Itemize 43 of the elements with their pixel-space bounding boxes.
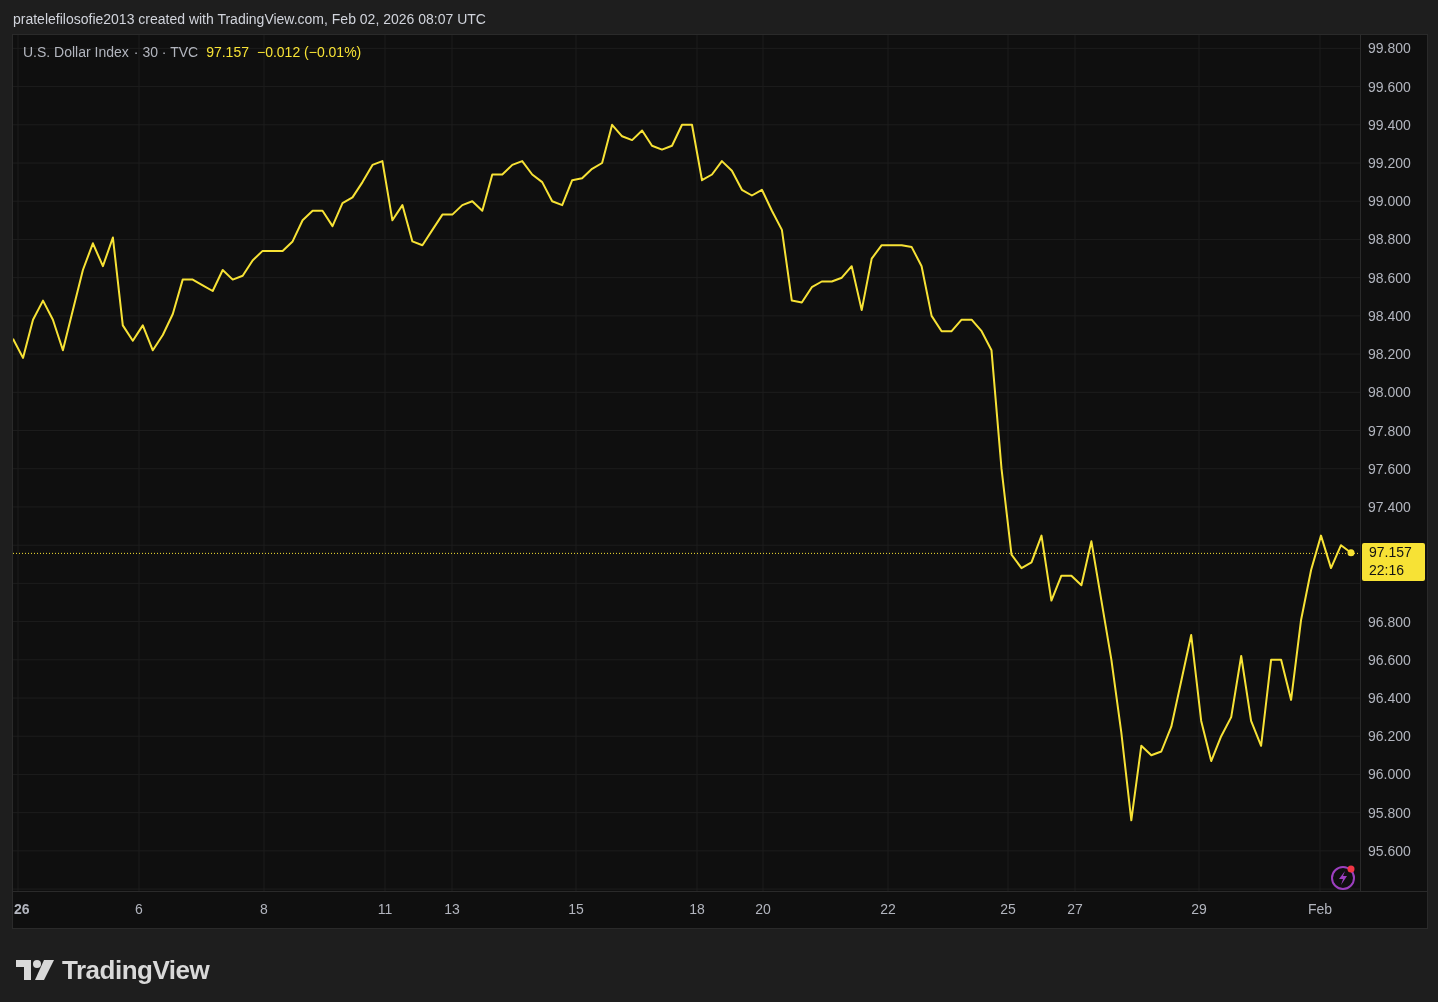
price-axis-label: 96.200 — [1368, 727, 1411, 746]
price-axis-label: 96.400 — [1368, 689, 1411, 707]
price-axis-label: 99.800 — [1368, 39, 1411, 58]
price-axis-label: 98.000 — [1368, 383, 1411, 402]
series-name: U.S. Dollar Index — [23, 44, 129, 60]
price-axis-label: 98.600 — [1368, 268, 1411, 287]
time-axis-label: 11 — [377, 901, 393, 917]
price-label-value: 97.157 — [1369, 542, 1413, 561]
legend-price: 97.157 — [206, 44, 249, 60]
price-axis-label: 96.000 — [1368, 765, 1411, 784]
price-axis-label: 98.200 — [1368, 345, 1411, 364]
symbol-details: · 30 · TVC — [133, 44, 199, 60]
time-axis-label: 13 — [444, 901, 460, 917]
price-axis-label: 96.800 — [1368, 612, 1411, 631]
price-axis-label: 99.400 — [1368, 115, 1411, 134]
price-axis-label: 95.600 — [1368, 841, 1411, 860]
price-axis-label: 97.400 — [1368, 497, 1411, 516]
price-axis-label: 99.600 — [1368, 77, 1411, 96]
legend-change: −0.012 (−0.01%) — [256, 44, 362, 60]
time-axis-label: 25 — [1000, 901, 1016, 917]
price-axis-label: 99.200 — [1368, 154, 1411, 172]
price-axis-label: 99.000 — [1368, 192, 1411, 211]
time-axis-label: 15 — [568, 901, 584, 917]
price-axis-label: 98.400 — [1368, 306, 1411, 325]
time-axis-label: 22 — [880, 901, 896, 917]
time-axis-label: 29 — [1191, 901, 1207, 917]
time-axis-label: 27 — [1067, 901, 1083, 917]
logo-wordmark: TradingView — [62, 955, 210, 986]
time-axis-label: Feb — [1307, 901, 1333, 917]
price-axis-label: 97.800 — [1368, 421, 1411, 440]
time-axis-label: 18 — [689, 901, 705, 917]
time-axis-label: 20 — [755, 901, 771, 917]
time-axis-label: 26 — [14, 901, 30, 917]
price-axis-label: 96.600 — [1368, 650, 1411, 669]
last-price-dot — [1347, 549, 1355, 557]
price-axis-label: 98.800 — [1368, 230, 1411, 249]
logo-icon — [16, 959, 54, 982]
time-axis-label: 8 — [260, 901, 268, 917]
price-axis-label: 95.800 — [1368, 803, 1411, 822]
price-axis-label: 97.600 — [1368, 459, 1411, 478]
time-axis-label: 6 — [135, 901, 143, 917]
chart-credit: pratelefilosofie2013 created with TradingView.com, Feb 02, 2026 08:07 UTC — [12, 10, 487, 29]
countdown-text: 22:16 — [1369, 560, 1406, 579]
